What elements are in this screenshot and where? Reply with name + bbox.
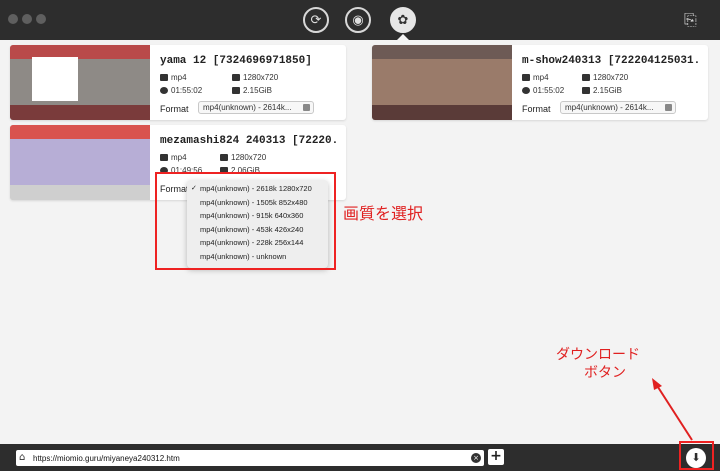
video-resolution: 1280x720 [582, 73, 628, 82]
video-card[interactable]: yama 12 [7324696971850] mp4 1280x720 01:… [10, 45, 346, 120]
home-icon[interactable]: ⌂ [19, 452, 31, 464]
screen-icon [582, 74, 590, 81]
video-thumbnail [10, 125, 150, 200]
video-format: mp4 [522, 73, 549, 82]
download-highlight-box [679, 441, 714, 470]
video-title: yama 12 [7324696971850] [160, 55, 312, 67]
video-duration: 01:55:02 [522, 86, 564, 95]
window-minimize-button[interactable] [22, 14, 32, 24]
format-label: Format [160, 104, 189, 114]
video-resolution: 1280x720 [220, 153, 266, 162]
url-input[interactable] [33, 451, 463, 465]
quality-highlight-box [155, 172, 336, 270]
record-icon[interactable]: ◉ [345, 7, 371, 33]
clock-icon [522, 87, 530, 94]
video-duration: 01:55:02 [160, 86, 202, 95]
video-thumbnail [10, 45, 150, 120]
screen-icon [220, 154, 228, 161]
video-size: 2.15GiB [232, 86, 272, 95]
format-select[interactable]: mp4(unknown) - 2614k... [560, 101, 676, 114]
film-icon [160, 154, 168, 161]
annotation-download-line1: ダウンロード [556, 347, 640, 363]
select-arrow-icon [665, 104, 672, 111]
annotation-download-line2: ボタン [584, 365, 626, 381]
video-title: mezamashi824 240313 [72220... [160, 135, 340, 147]
video-format: mp4 [160, 153, 187, 162]
format-select[interactable]: mp4(unknown) - 2614k... [198, 101, 314, 114]
annotation-arrow [652, 378, 693, 441]
format-label: Format [522, 104, 551, 114]
window-zoom-button[interactable] [36, 14, 46, 24]
video-size: 2.15GiB [582, 86, 622, 95]
title-bar: ⟳ ◉ ✿ ⎘ [0, 0, 720, 40]
convert-icon[interactable]: ⟳ [303, 7, 329, 33]
select-arrow-icon [303, 104, 310, 111]
film-icon [522, 74, 530, 81]
video-resolution: 1280x720 [232, 73, 278, 82]
clear-icon[interactable]: × [471, 453, 481, 463]
video-card[interactable]: m-show240313 [722204125031... mp4 1280x7… [372, 45, 708, 120]
annotation-quality-select: 画質を選択 [343, 204, 424, 223]
video-title: m-show240313 [722204125031... [522, 55, 702, 67]
add-button[interactable]: + [488, 449, 504, 465]
download-size-icon [582, 87, 590, 94]
url-field-wrapper: ⌂ × [16, 450, 484, 466]
clock-icon [160, 87, 168, 94]
bottom-bar: ⌂ × + [0, 444, 720, 471]
window-close-button[interactable] [8, 14, 18, 24]
film-reel-icon[interactable]: ✿ [390, 7, 416, 33]
download-size-icon [232, 87, 240, 94]
screen-icon [232, 74, 240, 81]
export-icon[interactable]: ⎘ [684, 10, 706, 30]
film-icon [160, 74, 168, 81]
video-format: mp4 [160, 73, 187, 82]
video-thumbnail [372, 45, 512, 120]
